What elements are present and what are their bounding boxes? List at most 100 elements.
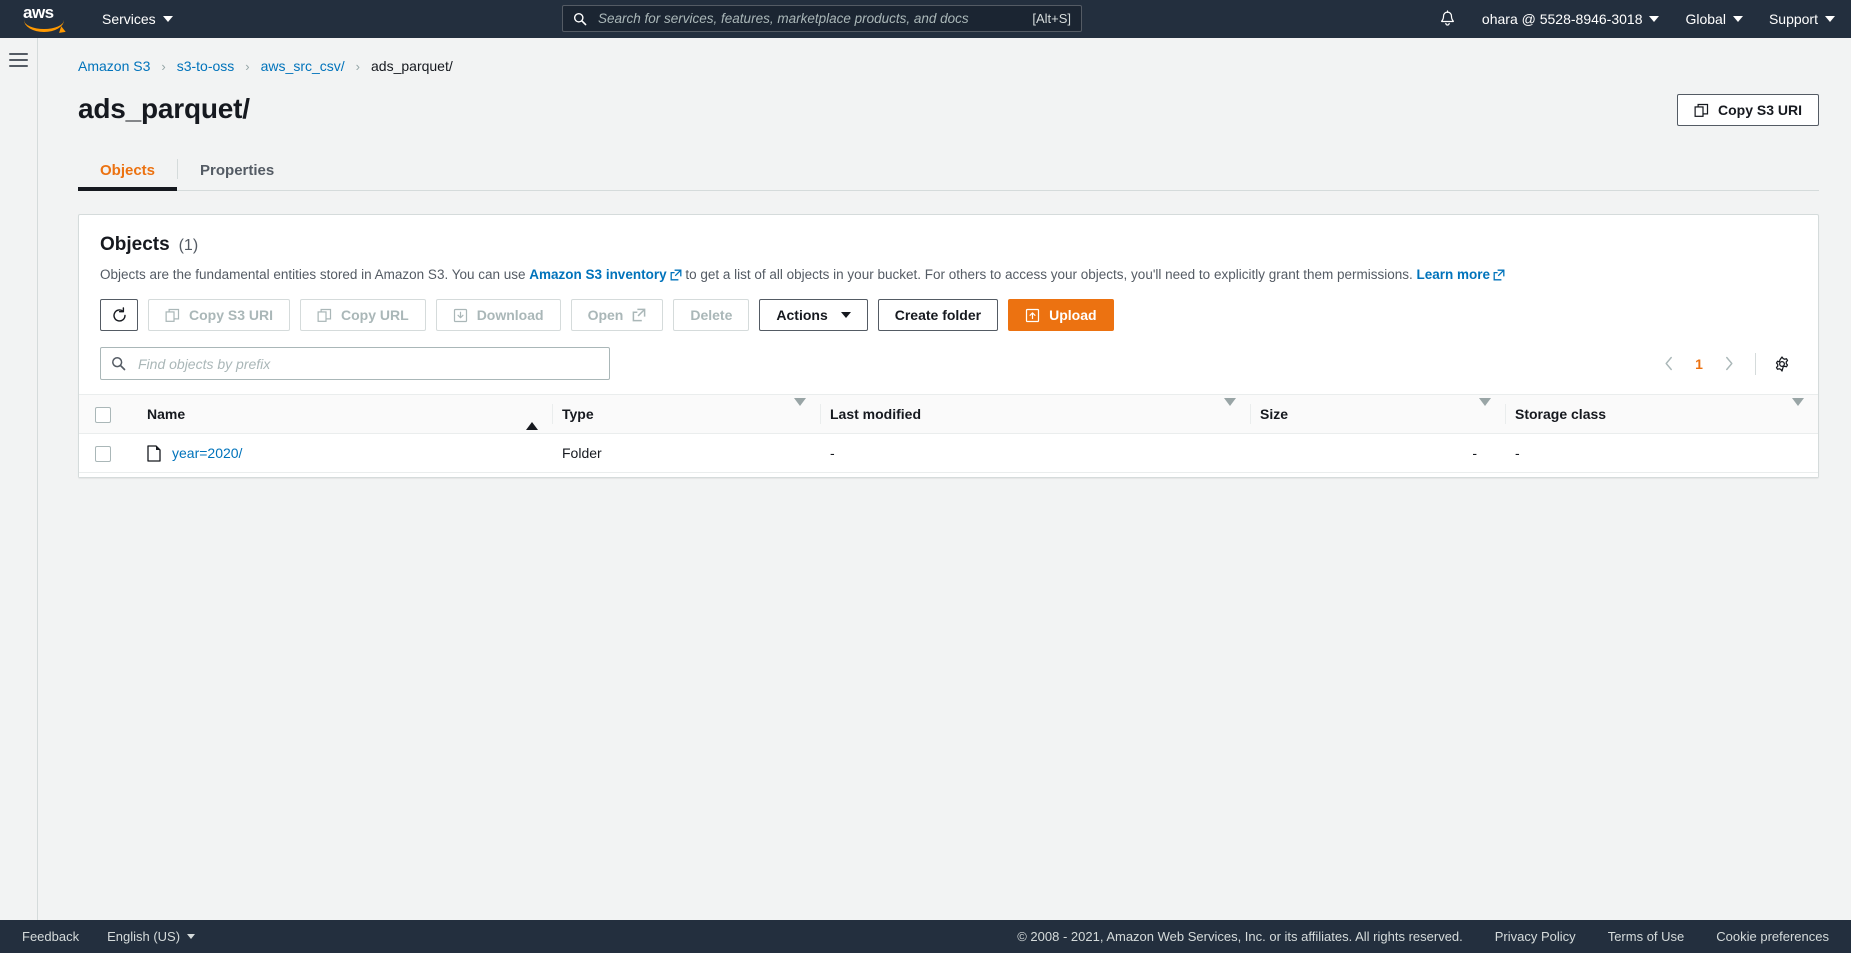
breadcrumb-item-s3-to-oss[interactable]: s3-to-oss <box>177 58 235 74</box>
copyright-text: © 2008 - 2021, Amazon Web Services, Inc.… <box>1017 929 1463 944</box>
row-select-cell <box>79 433 137 473</box>
breadcrumb-separator: › <box>355 58 361 74</box>
language-selector-label: English (US) <box>107 929 181 944</box>
objects-table: Name Type Last modified Size Storage cla… <box>79 394 1818 473</box>
tab-properties-label: Properties <box>200 162 275 179</box>
top-navigation-bar: aws Services [Alt+S] ohara @ 5528-8946-3… <box>0 0 1851 38</box>
objects-panel: Objects (1) Objects are the fundamental … <box>78 214 1819 478</box>
objects-table-body: year=2020/ Folder - - - <box>79 433 1818 473</box>
hamburger-line <box>9 65 28 67</box>
services-menu-label: Services <box>102 11 156 27</box>
upload-button[interactable]: Upload <box>1008 299 1114 331</box>
learn-more-link[interactable]: Learn more <box>1417 267 1491 282</box>
aws-logo-smile <box>24 20 64 32</box>
row-checkbox[interactable] <box>95 445 111 462</box>
breadcrumb-item-aws-src-csv[interactable]: aws_src_csv/ <box>261 58 345 74</box>
tab-bar: Objects Properties <box>78 148 1819 191</box>
services-menu[interactable]: Services <box>102 11 173 27</box>
notifications-bell-icon[interactable] <box>1439 10 1456 28</box>
column-header-type[interactable]: Type <box>552 394 820 434</box>
breadcrumb-separator: › <box>245 58 250 74</box>
copy-s3-uri-header-button[interactable]: Copy S3 URI <box>1676 94 1819 126</box>
row-storage-class-cell: - <box>1505 433 1818 473</box>
column-header-last-modified[interactable]: Last modified <box>820 394 1250 434</box>
open-button[interactable]: Open <box>570 299 664 331</box>
aws-logo[interactable]: aws <box>22 4 70 34</box>
copy-s3-uri-label: Copy S3 URI <box>189 307 274 323</box>
upload-icon <box>1025 308 1040 322</box>
objects-actions-toolbar: Copy S3 URI Copy URL Download Open Delet… <box>79 284 1818 331</box>
pagination-page-1[interactable]: 1 <box>1686 349 1712 379</box>
sidebar-toggle-icon[interactable] <box>9 53 28 67</box>
panel-bottom-spacer <box>79 473 1818 477</box>
objects-table-header: Name Type Last modified Size Storage cla… <box>79 394 1818 434</box>
table-header-row: Name Type Last modified Size Storage cla… <box>79 394 1818 434</box>
page-header: ads_parquet/ Copy S3 URI <box>38 74 1851 126</box>
sort-ascending-icon <box>526 406 538 430</box>
find-objects-box[interactable] <box>100 347 610 380</box>
actions-menu-button[interactable]: Actions <box>759 299 868 331</box>
upload-label: Upload <box>1049 307 1097 323</box>
row-last-modified-cell: - <box>820 433 1250 473</box>
row-size-cell: - <box>1250 433 1505 473</box>
chevron-down-icon <box>1649 16 1660 22</box>
breadcrumb-item-amazon-s3[interactable]: Amazon S3 <box>78 58 150 74</box>
account-menu[interactable]: ohara @ 5528-8946-3018 <box>1482 11 1660 27</box>
tab-properties[interactable]: Properties <box>178 162 296 190</box>
column-header-name[interactable]: Name <box>137 394 552 434</box>
download-icon <box>453 308 467 322</box>
sort-icon <box>1792 398 1804 422</box>
search-shortcut-hint: [Alt+S] <box>1032 11 1071 26</box>
delete-button[interactable]: Delete <box>673 299 750 331</box>
search-icon <box>112 357 126 371</box>
description-text-part2: to get a list of all objects in your buc… <box>685 267 1413 282</box>
copy-s3-uri-button[interactable]: Copy S3 URI <box>148 299 291 331</box>
folder-file-icon <box>147 444 161 462</box>
feedback-link[interactable]: Feedback <box>22 929 79 944</box>
table-preferences-button[interactable] <box>1767 349 1797 379</box>
copy-s3-uri-header-label: Copy S3 URI <box>1717 102 1802 118</box>
hamburger-line <box>9 59 28 61</box>
support-menu[interactable]: Support <box>1769 11 1835 27</box>
pagination: 1 <box>1654 349 1797 379</box>
select-all-checkbox[interactable] <box>95 406 111 423</box>
chevron-right-icon <box>1726 356 1733 371</box>
copy-icon <box>317 308 332 322</box>
actions-menu-label: Actions <box>776 307 828 323</box>
find-objects-input[interactable] <box>136 354 599 373</box>
language-selector[interactable]: English (US) <box>107 929 196 944</box>
page-footer: Feedback English (US) © 2008 - 2021, Ama… <box>0 920 1851 953</box>
description-text-part1: Objects are the fundamental entities sto… <box>100 267 526 282</box>
search-input[interactable] <box>596 10 1025 27</box>
objects-panel-title: Objects <box>100 234 170 255</box>
copy-url-button[interactable]: Copy URL <box>300 299 426 331</box>
copy-icon <box>1694 103 1709 117</box>
column-header-size[interactable]: Size <box>1250 394 1505 434</box>
column-header-storage-class[interactable]: Storage class <box>1505 394 1818 434</box>
delete-label: Delete <box>690 307 733 323</box>
chevron-down-icon <box>187 934 196 939</box>
object-name-link[interactable]: year=2020/ <box>172 445 242 461</box>
create-folder-button[interactable]: Create folder <box>877 299 999 331</box>
objects-count: (1) <box>178 237 199 254</box>
pagination-next-button[interactable] <box>1714 349 1744 379</box>
sidebar-rail <box>0 38 38 920</box>
amazon-s3-inventory-link[interactable]: Amazon S3 inventory <box>529 267 666 282</box>
region-menu[interactable]: Global <box>1685 11 1743 27</box>
cookie-preferences-link[interactable]: Cookie preferences <box>1716 929 1829 944</box>
objects-panel-description: Objects are the fundamental entities sto… <box>79 256 1818 284</box>
table-row[interactable]: year=2020/ Folder - - - <box>79 433 1818 473</box>
column-header-last-modified-label: Last modified <box>830 406 922 422</box>
tab-objects[interactable]: Objects <box>78 162 178 191</box>
pagination-prev-button[interactable] <box>1654 349 1684 379</box>
download-button[interactable]: Download <box>435 299 561 331</box>
privacy-policy-link[interactable]: Privacy Policy <box>1495 929 1576 944</box>
terms-of-use-link[interactable]: Terms of Use <box>1608 929 1685 944</box>
global-search-box[interactable]: [Alt+S] <box>562 5 1082 32</box>
column-header-size-label: Size <box>1260 406 1289 422</box>
refresh-button[interactable] <box>100 299 138 331</box>
aws-logo-text: aws <box>23 3 54 22</box>
column-header-storage-class-label: Storage class <box>1515 406 1607 422</box>
objects-filter-row: 1 <box>79 331 1818 380</box>
search-icon <box>573 12 587 25</box>
